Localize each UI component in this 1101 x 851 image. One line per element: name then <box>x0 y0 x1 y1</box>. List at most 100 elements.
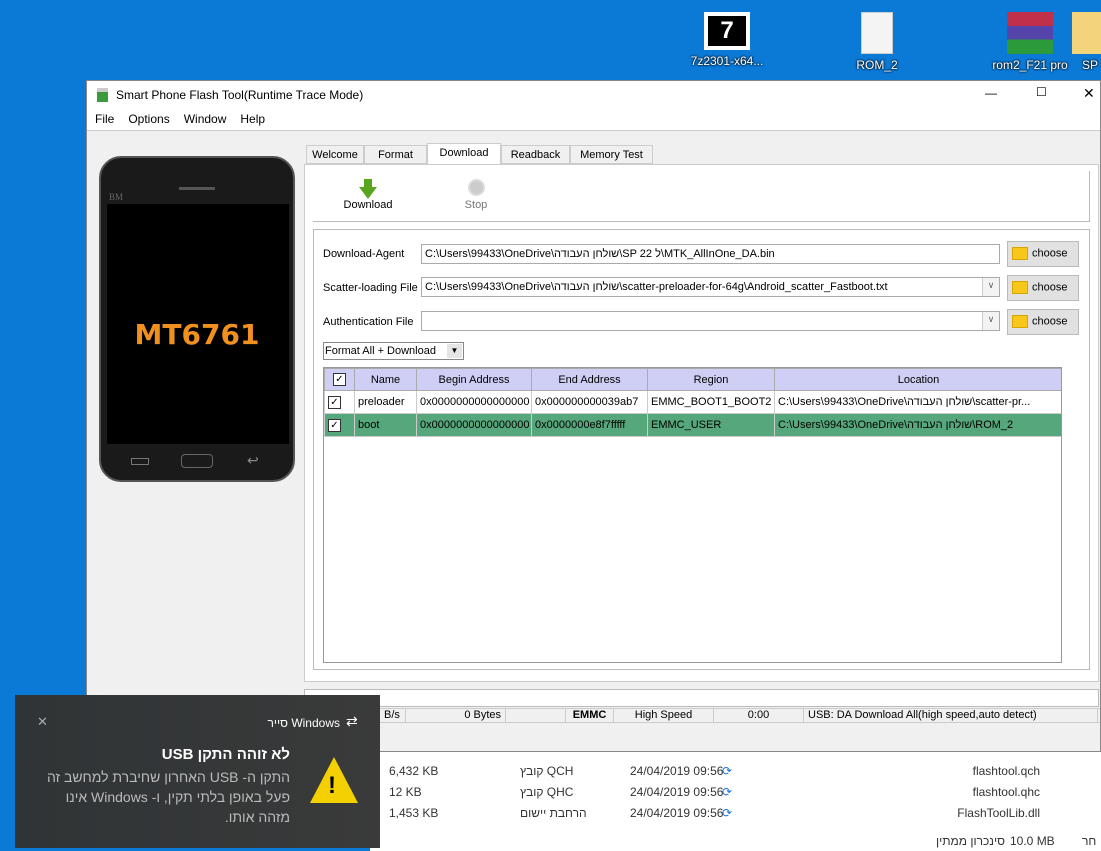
menu-options[interactable]: Options <box>121 109 176 126</box>
tab-memory-test[interactable]: Memory Test <box>570 145 653 164</box>
maximize-button[interactable]: ☐ <box>1036 85 1047 99</box>
progress-bar <box>304 689 1099 707</box>
scatter-file-field[interactable]: C:\Users\99433\OneDrive\שולחן העבודה\sca… <box>421 277 1000 297</box>
folder-icon <box>1012 315 1028 328</box>
file-size: 1,453 KB <box>389 806 439 820</box>
tab-readback[interactable]: Readback <box>501 145 570 164</box>
status-time: 0:00 <box>714 709 804 723</box>
7zip-installer-icon: 7 <box>704 12 750 50</box>
row-checkbox[interactable]: ✓ <box>324 390 355 414</box>
mode-select[interactable]: Format All + Download ▼ <box>323 342 464 360</box>
chevron-down-icon[interactable]: ∨ <box>982 278 999 296</box>
desktop-icon-rom2[interactable]: ROM_2 <box>832 2 922 72</box>
file-row[interactable]: 1,453 KB הרחבת יישום 24/04/2019 09:56 ⟳ … <box>370 806 1070 826</box>
file-name: FlashToolLib.dll <box>957 806 1040 820</box>
title-bar: Smart Phone Flash Tool(Runtime Trace Mod… <box>87 81 1100 109</box>
status-rate: B/s <box>380 709 406 723</box>
file-size: 6,432 KB <box>389 764 439 778</box>
cell-name: preloader <box>354 390 417 414</box>
scatter-file-label: Scatter-loading File <box>323 282 418 294</box>
menu-bar: File Options Window Help <box>87 109 1100 131</box>
menu-help[interactable]: Help <box>233 109 272 126</box>
file-type: קובץ QHC <box>520 785 574 799</box>
download-button[interactable]: Download <box>338 179 398 211</box>
sync-icon: ⟳ <box>722 764 733 778</box>
download-arrow-icon <box>359 187 377 199</box>
file-row[interactable]: 6,432 KB קובץ QCH 24/04/2019 09:56 ⟳ fla… <box>370 764 1070 784</box>
phone-illustration: BM MT6761 ↩ <box>99 156 295 482</box>
sync-status: סינכרון ממתין <box>936 834 1005 848</box>
cell-begin: 0x0000000000000000 <box>416 413 532 437</box>
file-name: flashtool.qch <box>972 764 1040 778</box>
cell-region: EMMC_USER <box>647 413 775 437</box>
column-end-address[interactable]: End Address <box>531 368 648 391</box>
auth-file-field[interactable]: ∨ <box>421 311 1000 331</box>
cell-name: boot <box>354 413 417 437</box>
file-date: 24/04/2019 09:56 <box>630 806 724 820</box>
row-checkbox[interactable]: ✓ <box>324 413 355 437</box>
winrar-archive-icon <box>1007 12 1053 54</box>
download-agent-choose-button[interactable]: choose <box>1007 241 1079 267</box>
desktop-icon-label: 7z2301-x64... <box>690 54 764 68</box>
auth-file-label: Authentication File <box>323 316 414 328</box>
column-region[interactable]: Region <box>647 368 775 391</box>
home-key-icon <box>181 454 213 468</box>
download-agent-label: Download-Agent <box>323 248 405 260</box>
auth-choose-button[interactable]: choose <box>1007 309 1079 335</box>
status-message: USB: DA Download All(high speed,auto det… <box>804 709 1098 723</box>
minimize-button[interactable]: — <box>985 86 997 100</box>
file-icon <box>861 12 893 54</box>
chevron-down-icon[interactable]: ∨ <box>982 312 999 330</box>
download-agent-field[interactable]: C:\Users\99433\OneDrive\שולחן העבודה\SP … <box>421 244 1000 264</box>
status-speed: High Speed <box>614 709 714 723</box>
toast-close-button[interactable]: ✕ <box>37 714 48 730</box>
table-row[interactable]: ✓ preloader 0x0000000000000000 0x0000000… <box>324 390 1061 414</box>
desktop-icon-sp[interactable]: SP <box>1060 2 1101 72</box>
file-type: הרחבת יישום <box>520 806 587 820</box>
desktop-icon-label: SP <box>1081 58 1098 72</box>
flash-tool-window: Smart Phone Flash Tool(Runtime Trace Mod… <box>86 80 1101 752</box>
status-text-partial: חר <box>1082 834 1097 848</box>
tab-welcome[interactable]: Welcome <box>306 145 364 164</box>
file-row[interactable]: 12 KB קובץ QHC 24/04/2019 09:56 ⟳ flasht… <box>370 785 1070 805</box>
table-header: ✓ Name Begin Address End Address Region … <box>324 368 1061 391</box>
menu-window[interactable]: Window <box>177 109 234 126</box>
dropdown-arrow-icon: ▼ <box>447 344 462 358</box>
close-button[interactable]: ✕ <box>1083 85 1095 102</box>
toast-body: התקן ה- USB האחרון שחיברת למחשב זה פעל ב… <box>46 769 290 825</box>
table-row[interactable]: ✓ boot 0x0000000000000000 0x0000000e8f7f… <box>324 413 1061 437</box>
tab-format[interactable]: Format <box>364 145 427 164</box>
download-form: Download-Agent C:\Users\99433\OneDrive\ש… <box>313 229 1090 670</box>
back-key-icon: ↩ <box>247 452 259 468</box>
selection-size: 10.0 MB <box>1010 834 1055 848</box>
cell-region: EMMC_BOOT1_BOOT2 <box>647 390 775 414</box>
scatter-choose-button[interactable]: choose <box>1007 275 1079 301</box>
warning-exclamation: ! <box>328 772 336 799</box>
partition-table: ✓ Name Begin Address End Address Region … <box>323 367 1062 663</box>
tab-download[interactable]: Download <box>427 143 501 165</box>
stop-button[interactable]: Stop <box>456 179 496 211</box>
sync-icon: ⟳ <box>722 806 733 820</box>
desktop-icon-7zip[interactable]: 7 7z2301-x64... <box>682 2 772 68</box>
stop-icon <box>467 179 485 196</box>
folder-icon <box>1072 12 1101 54</box>
status-storage: EMMC <box>566 709 614 723</box>
toolbar: Download Stop <box>313 171 1090 222</box>
cell-begin: 0x0000000000000000 <box>416 390 532 414</box>
desktop-icon-label: ROM_2 <box>856 58 898 72</box>
chip-label: MT6761 <box>134 318 260 351</box>
download-panel: Download Stop Download-Agent C:\Users\99… <box>304 164 1099 682</box>
cell-location[interactable]: C:\Users\99433\OneDrive\שולחן העבודה\ROM… <box>774 413 1061 437</box>
column-begin-address[interactable]: Begin Address <box>416 368 532 391</box>
usb-notification-toast[interactable]: ✕ ⇄ סייר Windows ! לא זוהה התקן USB התקן… <box>15 695 380 848</box>
status-bar: B/s 0 Bytes EMMC High Speed 0:00 USB: DA… <box>380 708 1100 723</box>
status-blank <box>506 709 566 723</box>
select-all-checkbox[interactable]: ✓ <box>324 368 355 391</box>
partition-grid: ✓ Name Begin Address End Address Region … <box>324 368 1061 437</box>
column-location[interactable]: Location <box>774 368 1061 391</box>
cell-location[interactable]: C:\Users\99433\OneDrive\שולחן העבודה\sca… <box>774 390 1061 414</box>
phone-brand: BM <box>109 192 124 202</box>
menu-file[interactable]: File <box>87 109 121 126</box>
column-name[interactable]: Name <box>354 368 417 391</box>
file-size: 12 KB <box>389 785 422 799</box>
